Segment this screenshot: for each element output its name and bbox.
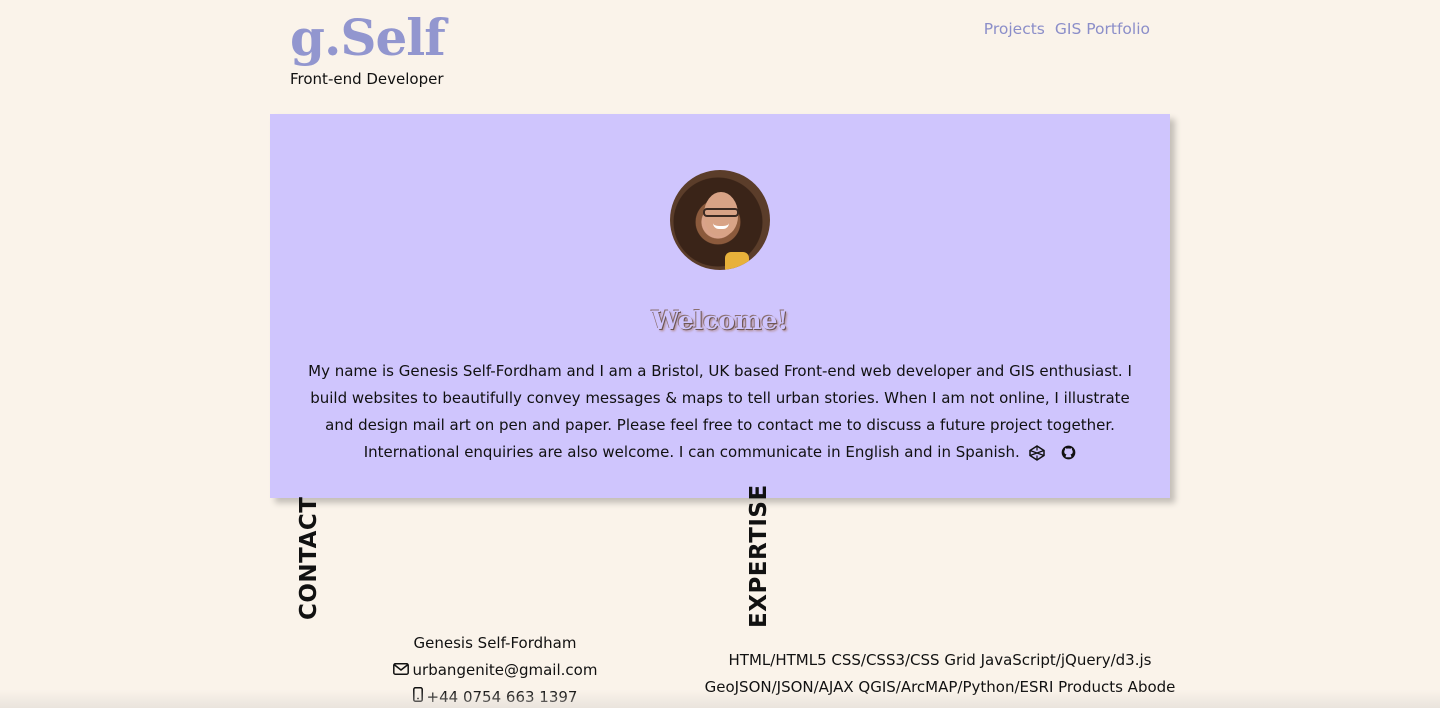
page: g.Self Front-end Developer Projects GIS … <box>0 0 1440 708</box>
scroll-shadow <box>0 690 1440 708</box>
nav-projects-link[interactable]: Projects <box>984 20 1045 38</box>
nav-gis-portfolio-link[interactable]: GIS Portfolio <box>1055 20 1150 38</box>
welcome-card: Welcome! My name is Genesis Self-Fordham… <box>270 114 1170 498</box>
contact-email[interactable]: urbangenite@gmail.com <box>413 657 598 684</box>
site-logo[interactable]: g.Self <box>290 8 446 68</box>
profile-avatar <box>670 170 770 270</box>
welcome-heading: Welcome! <box>651 306 789 335</box>
contact-email-row[interactable]: urbangenite@gmail.com <box>370 657 620 684</box>
bio-paragraph: My name is Genesis Self-Fordham and I am… <box>300 358 1140 466</box>
expertise-line: HTML/HTML5 CSS/CSS3/CSS Grid JavaScript/… <box>728 651 1152 669</box>
contact-name: Genesis Self-Fordham <box>413 634 577 652</box>
contact-heading: CONTACT <box>296 496 322 620</box>
expertise-heading: EXPERTISE <box>746 484 772 628</box>
codepen-icon[interactable] <box>1028 444 1045 461</box>
main-nav: Projects GIS Portfolio <box>984 20 1150 38</box>
github-icon[interactable] <box>1061 445 1076 460</box>
bio-text: My name is Genesis Self-Fordham and I am… <box>308 362 1132 461</box>
envelope-icon <box>392 657 409 684</box>
site-tagline: Front-end Developer <box>290 70 444 88</box>
